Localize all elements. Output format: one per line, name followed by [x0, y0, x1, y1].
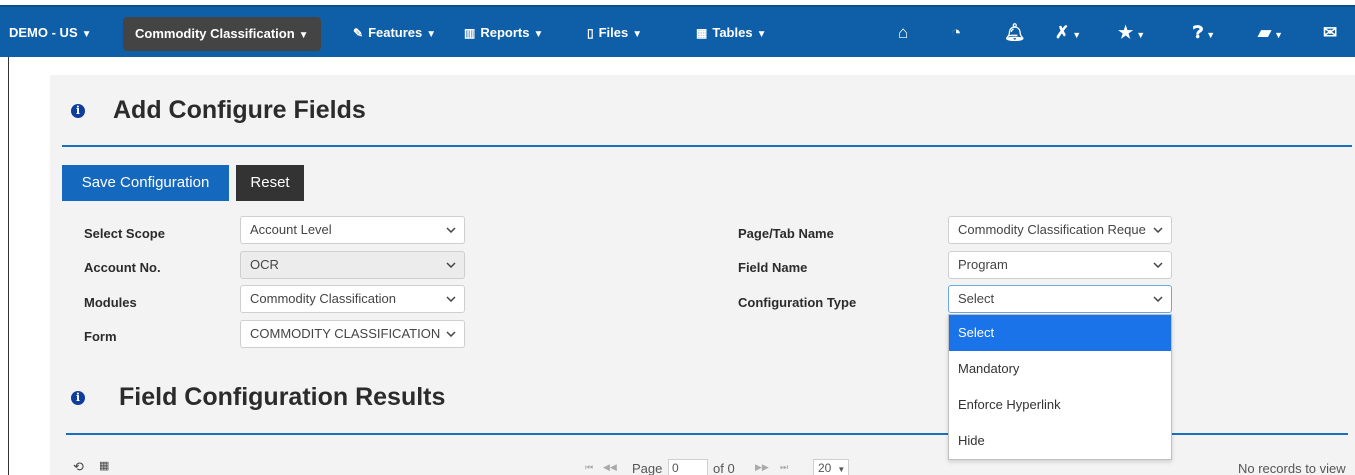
- wrench-icon[interactable]: ✗ ▼: [1055, 7, 1081, 59]
- files-menu[interactable]: ▯ Files ▼: [587, 7, 642, 59]
- page-label: Page: [632, 461, 663, 475]
- pencil-icon: ✎: [353, 26, 364, 40]
- configuration-type-label: Configuration Type: [738, 295, 857, 310]
- option-select[interactable]: Select: [949, 315, 1171, 351]
- file-icon: ▯: [587, 26, 594, 40]
- features-menu[interactable]: ✎ Features ▼: [353, 7, 436, 59]
- account-menu[interactable]: DEMO - US ▼: [9, 7, 92, 59]
- caret-down-icon: ▼: [426, 29, 437, 40]
- caret-down-icon: ▼: [756, 29, 767, 40]
- chevron-down-icon: [1151, 252, 1165, 278]
- form-select[interactable]: COMMODITY CLASSIFICATION: [240, 320, 465, 348]
- save-configuration-button[interactable]: Save Configuration: [62, 165, 229, 201]
- field-name-select[interactable]: Program: [948, 251, 1172, 279]
- bell-icon[interactable]: 🔔︎: [1004, 7, 1026, 59]
- caret-down-icon: ▼: [1274, 30, 1283, 40]
- reports-menu-label: Reports: [480, 25, 530, 40]
- field-name-label: Field Name: [738, 260, 808, 275]
- form-label: Form: [84, 329, 117, 344]
- page-title: Add Configure Fields: [113, 96, 366, 124]
- tables-menu[interactable]: ▦ Tables ▼: [696, 7, 766, 59]
- scope-label: Select Scope: [84, 226, 165, 241]
- configuration-type-select-value: Select: [958, 291, 995, 306]
- first-page-icon[interactable]: ⏮: [585, 462, 593, 473]
- column-chooser-icon[interactable]: ▦: [99, 459, 109, 472]
- modules-select[interactable]: Commodity Classification: [240, 285, 465, 313]
- navbar-top-line: [0, 0, 1355, 4]
- add-configure-header: i Add Configure Fields: [71, 96, 366, 125]
- caret-down-icon: ▼: [1206, 30, 1216, 40]
- chevron-down-icon: [444, 321, 458, 347]
- dashboard-icon[interactable]: ◔: [951, 7, 961, 59]
- tables-menu-label: Tables: [712, 25, 753, 40]
- rows-per-page-value: 20: [818, 461, 832, 475]
- book-icon[interactable]: ▰ ▼: [1258, 7, 1283, 59]
- page-left-border: [8, 57, 9, 475]
- page-tab-label: Page/Tab Name: [738, 226, 834, 241]
- scope-select-value: Account Level: [250, 222, 332, 237]
- help-icon[interactable]: ❓︎ ▼: [1193, 7, 1215, 59]
- account-no-label: Account No.: [84, 260, 161, 275]
- next-page-icon[interactable]: ▶▶: [755, 462, 769, 473]
- files-menu-label: Files: [598, 25, 629, 40]
- total-pages-label: of 0: [713, 461, 735, 475]
- results-header: i Field Configuration Results: [71, 383, 445, 412]
- bar-chart-icon: ▥: [464, 26, 476, 40]
- page-tab-select[interactable]: Commodity Classification Reque: [948, 216, 1172, 244]
- account-menu-label: DEMO - US: [9, 25, 78, 40]
- module-menu-label: Commodity Classification: [135, 26, 295, 41]
- info-icon: i: [71, 103, 85, 118]
- reset-button[interactable]: Reset: [236, 165, 304, 201]
- chevron-down-icon: ▼: [837, 465, 846, 474]
- navbar-bar: DEMO - US ▼ Commodity Classification ▼ ✎ Fe…: [0, 5, 1355, 57]
- configuration-type-select[interactable]: Select: [948, 285, 1172, 313]
- configuration-type-options: Select Mandatory Enforce Hyperlink Hide: [948, 314, 1172, 460]
- chevron-down-icon: [444, 252, 458, 278]
- option-enforce-hyperlink[interactable]: Enforce Hyperlink: [949, 387, 1171, 423]
- chevron-down-icon: [1151, 286, 1165, 312]
- home-icon[interactable]: ⌂: [898, 7, 908, 59]
- chevron-down-icon: [1151, 217, 1165, 243]
- caret-down-icon: ▼: [1136, 30, 1146, 40]
- account-no-select-value: OCR: [250, 257, 279, 272]
- empty-records-text: No records to view: [1238, 461, 1346, 475]
- page-tab-select-value: Commodity Classification Reque: [958, 222, 1146, 237]
- refresh-icon[interactable]: ⟲: [73, 459, 84, 475]
- rows-per-page-select[interactable]: 20 ▼: [813, 459, 849, 475]
- last-page-icon[interactable]: ⏭: [780, 462, 788, 473]
- table-icon: ▦: [696, 26, 708, 40]
- module-menu[interactable]: Commodity Classification ▼: [123, 17, 321, 51]
- option-hide[interactable]: Hide: [949, 423, 1171, 459]
- field-name-select-value: Program: [958, 257, 1008, 272]
- chevron-down-icon: [444, 217, 458, 243]
- top-navbar: DEMO - US ▼ Commodity Classification ▼ ✎ Fe…: [0, 0, 1355, 62]
- caret-down-icon: ▼: [81, 29, 92, 40]
- caret-down-icon: ▼: [298, 30, 309, 41]
- section-divider: [62, 145, 1352, 147]
- features-menu-label: Features: [368, 25, 423, 40]
- prev-page-icon[interactable]: ◀◀: [603, 462, 617, 473]
- form-select-value: COMMODITY CLASSIFICATION: [250, 326, 441, 341]
- results-title: Field Configuration Results: [119, 383, 446, 411]
- option-mandatory[interactable]: Mandatory: [949, 351, 1171, 387]
- modules-label: Modules: [84, 295, 137, 310]
- caret-down-icon: ▼: [632, 29, 643, 40]
- caret-down-icon: ▼: [533, 29, 544, 40]
- mail-icon[interactable]: ✉: [1323, 7, 1337, 59]
- star-icon[interactable]: ★ ▼: [1118, 7, 1145, 59]
- modules-select-value: Commodity Classification: [250, 291, 396, 306]
- page-number-input[interactable]: 0: [668, 459, 708, 475]
- scope-select[interactable]: Account Level: [240, 216, 465, 244]
- account-no-select: OCR: [240, 251, 465, 279]
- chevron-down-icon: [444, 286, 458, 312]
- info-icon: i: [71, 390, 85, 405]
- caret-down-icon: ▼: [1072, 30, 1082, 40]
- reports-menu[interactable]: ▥ Reports ▼: [464, 7, 543, 59]
